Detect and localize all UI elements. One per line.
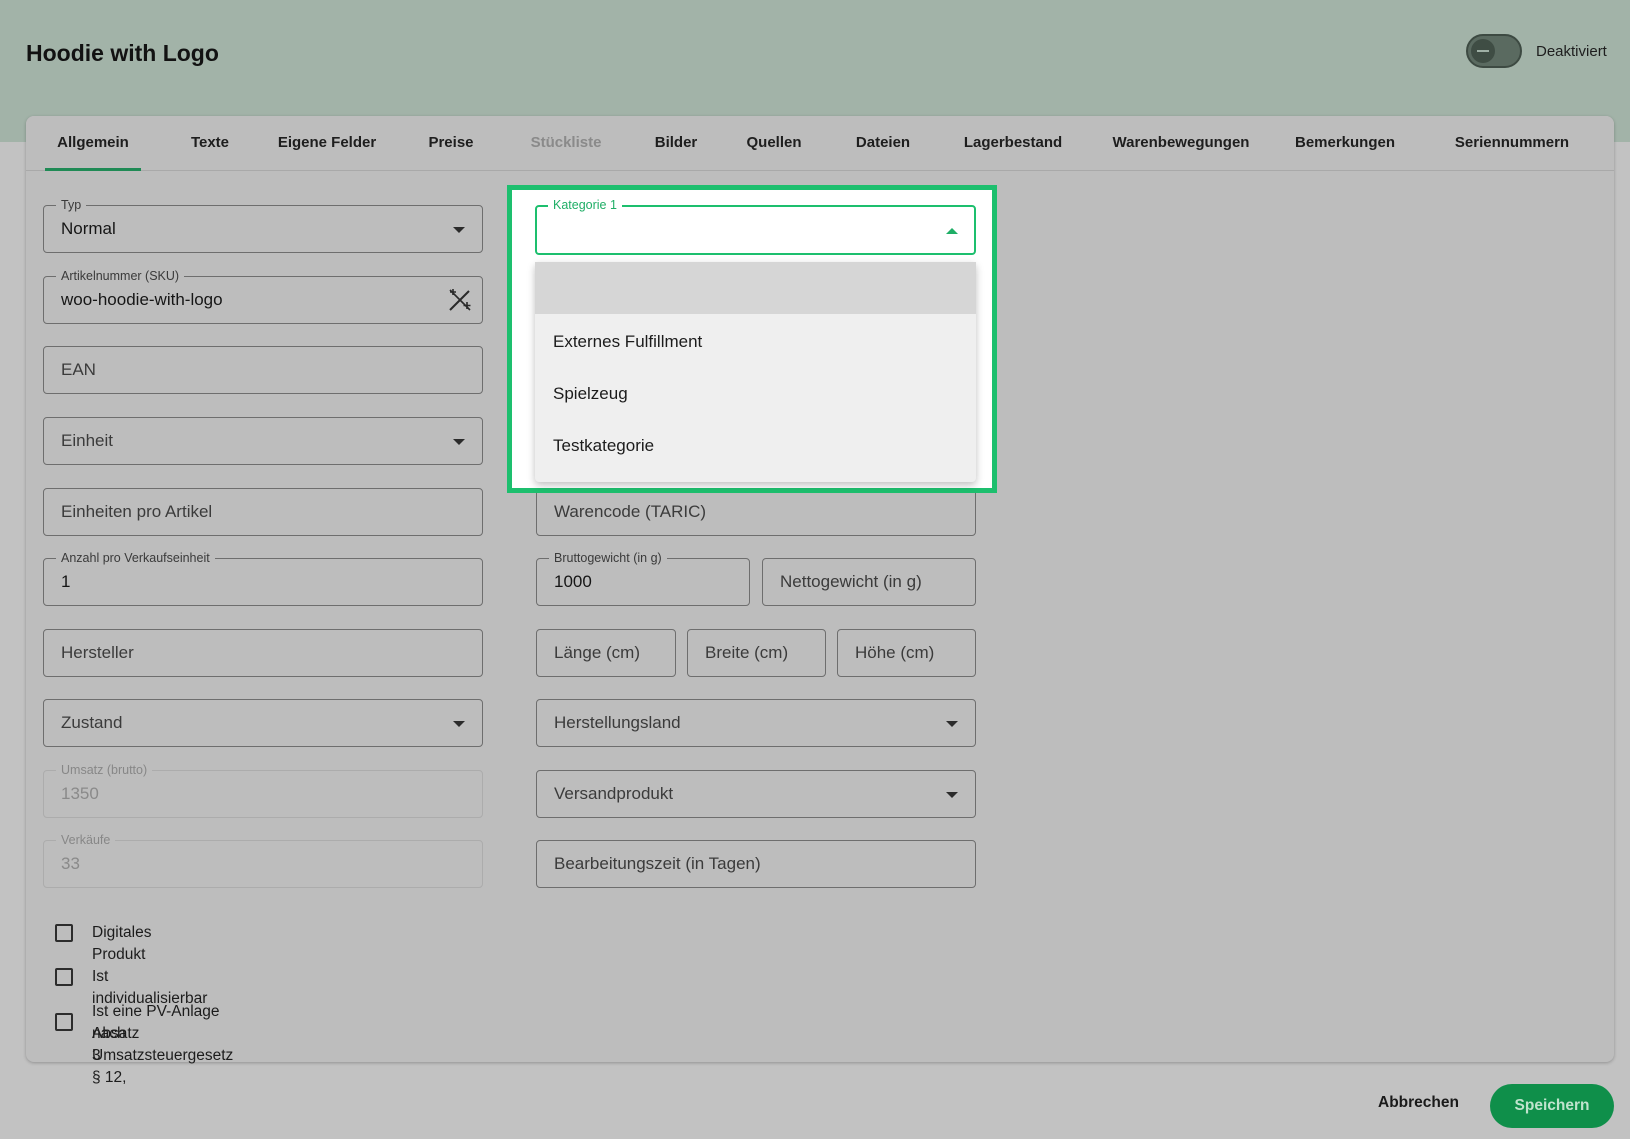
nettogewicht-field[interactable]: Nettogewicht (in g) [762, 558, 976, 606]
caret-down-icon [946, 721, 958, 727]
save-button[interactable]: Speichern [1490, 1084, 1614, 1128]
checkbox-box[interactable] [55, 968, 73, 986]
umsatz-field: Umsatz (brutto) 1350 [43, 762, 483, 818]
versandprodukt-placeholder: Versandprodukt [554, 784, 674, 803]
tab-bemerkungen[interactable]: Bemerkungen [1290, 116, 1400, 170]
sku-field[interactable]: Artikelnummer (SKU) woo-hoodie-with-logo [43, 268, 483, 324]
sku-value: woo-hoodie-with-logo [61, 290, 223, 309]
laenge-placeholder: Länge (cm) [554, 643, 640, 662]
umsatz-value: 1350 [61, 784, 99, 803]
menu-option-empty[interactable] [535, 262, 976, 314]
tab-preise[interactable]: Preise [414, 116, 488, 170]
bruttogewicht-field[interactable]: Bruttogewicht (in g) 1000 [536, 550, 750, 606]
bruttogewicht-label: Bruttogewicht (in g) [549, 550, 667, 566]
tab-dateien[interactable]: Dateien [846, 116, 920, 170]
tab-lagerbestand[interactable]: Lagerbestand [950, 116, 1076, 170]
tab-allgemein[interactable]: Allgemein [45, 116, 141, 171]
bearbeitungszeit-placeholder: Bearbeitungszeit (in Tagen) [554, 854, 761, 873]
checkbox-label-line2: Absatz 3 [92, 1025, 140, 1064]
menu-option-externes-fulfillment[interactable]: Externes Fulfillment [535, 316, 976, 368]
umsatz-label: Umsatz (brutto) [56, 762, 153, 778]
checkbox-box[interactable] [55, 924, 73, 942]
caret-down-icon [453, 439, 465, 445]
verkaeufe-value: 33 [61, 854, 80, 873]
menu-option-testkategorie[interactable]: Testkategorie [535, 420, 976, 472]
menu-option-spielzeug[interactable]: Spielzeug [535, 368, 976, 420]
bearbeitungszeit-field[interactable]: Bearbeitungszeit (in Tagen) [536, 840, 976, 888]
cancel-button[interactable]: Abbrechen [1378, 1094, 1459, 1112]
zustand-select[interactable]: Zustand [43, 699, 483, 747]
versandprodukt-select[interactable]: Versandprodukt [536, 770, 976, 818]
warencode-placeholder: Warencode (TARIC) [554, 502, 707, 521]
tab-eigene-felder[interactable]: Eigene Felder [269, 116, 385, 170]
toggle-label: Deaktiviert [1536, 43, 1607, 60]
herstellungsland-select[interactable]: Herstellungsland [536, 699, 976, 747]
tab-texte[interactable]: Texte [175, 116, 245, 170]
sku-label: Artikelnummer (SKU) [56, 268, 185, 284]
laenge-field[interactable]: Länge (cm) [536, 629, 676, 677]
checkbox-label: Digitales Produkt [92, 924, 152, 963]
page-title: Hoodie with Logo [26, 40, 219, 66]
tab-bar: Allgemein Texte Eigene Felder Preise Stü… [26, 116, 1614, 171]
active-toggle[interactable] [1466, 34, 1522, 68]
kategorie-select[interactable]: Kategorie 1 [535, 197, 976, 255]
einheiten-pro-artikel-placeholder: Einheiten pro Artikel [61, 502, 213, 521]
zustand-placeholder: Zustand [61, 713, 123, 732]
ean-placeholder: EAN [61, 360, 96, 379]
anzahl-field[interactable]: Anzahl pro Verkaufseinheit 1 [43, 550, 483, 606]
anzahl-label: Anzahl pro Verkaufseinheit [56, 550, 215, 566]
checkbox-box[interactable] [55, 1013, 73, 1031]
einheit-select[interactable]: Einheit [43, 417, 483, 465]
tab-stueckliste: Stückliste [530, 134, 602, 151]
tab-seriennummern[interactable]: Seriennummern [1430, 116, 1594, 170]
caret-up-icon [946, 228, 958, 234]
hersteller-field[interactable]: Hersteller [43, 629, 483, 677]
hoehe-placeholder: Höhe (cm) [855, 643, 935, 662]
magic-wand-icon[interactable] [447, 287, 473, 313]
typ-select[interactable]: Typ Normal [43, 197, 483, 253]
einheiten-pro-artikel-field[interactable]: Einheiten pro Artikel [43, 488, 483, 536]
tab-quellen[interactable]: Quellen [737, 116, 811, 170]
toggle-knob [1471, 39, 1495, 63]
anzahl-value: 1 [61, 572, 71, 591]
kategorie-label: Kategorie 1 [548, 197, 622, 213]
tab-bilder[interactable]: Bilder [644, 116, 708, 170]
caret-down-icon [453, 227, 465, 233]
warencode-field[interactable]: Warencode (TARIC) [536, 488, 976, 536]
verkaeufe-label: Verkäufe [56, 832, 116, 848]
caret-down-icon [453, 721, 465, 727]
herstellungsland-placeholder: Herstellungsland [554, 713, 681, 732]
einheit-placeholder: Einheit [61, 431, 113, 450]
nettogewicht-placeholder: Nettogewicht (in g) [780, 572, 922, 591]
breite-placeholder: Breite (cm) [705, 643, 789, 662]
tab-warenbewegungen[interactable]: Warenbewegungen [1104, 116, 1258, 170]
typ-value: Normal [61, 219, 116, 238]
breite-field[interactable]: Breite (cm) [687, 629, 826, 677]
ean-field[interactable]: EAN [43, 346, 483, 394]
kategorie-dropdown-menu: Externes Fulfillment Spielzeug Testkateg… [535, 262, 976, 482]
typ-label: Typ [56, 197, 87, 213]
verkaeufe-field: Verkäufe 33 [43, 832, 483, 888]
bruttogewicht-value: 1000 [554, 572, 592, 591]
hoehe-field[interactable]: Höhe (cm) [837, 629, 976, 677]
caret-down-icon [946, 792, 958, 798]
hersteller-placeholder: Hersteller [61, 643, 134, 662]
